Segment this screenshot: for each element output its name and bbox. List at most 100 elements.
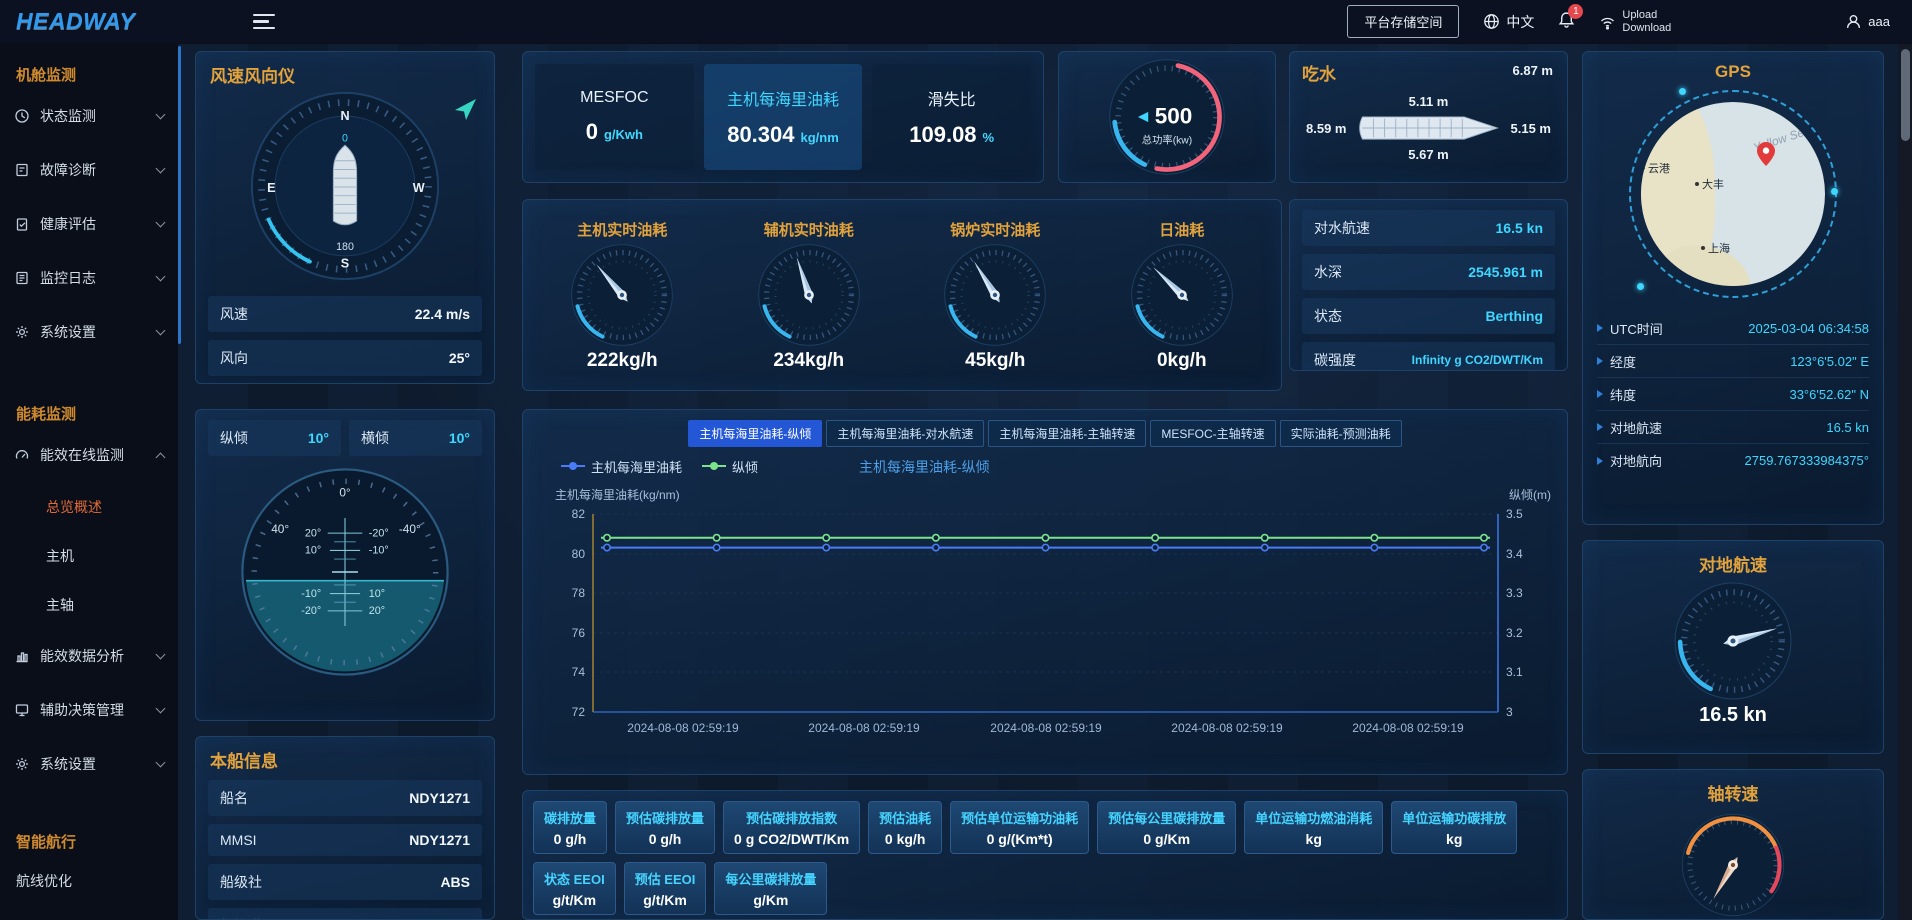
stat-carbon-emission: 碳排放量0 g/h bbox=[533, 801, 607, 854]
y-tick-label: 76 bbox=[572, 626, 586, 640]
signal-icon bbox=[1599, 14, 1616, 30]
sidebar-item-status-monitoring[interactable]: 状态监测 bbox=[0, 89, 178, 143]
legend-marker-icon bbox=[702, 465, 726, 467]
svg-text:10°: 10° bbox=[369, 588, 385, 600]
stat-est-carbon-index: 预估碳排放指数0 g CO2/DWT/Km bbox=[723, 801, 860, 854]
upload-download-button[interactable]: Upload Download bbox=[1599, 9, 1671, 35]
language-label: 中文 bbox=[1506, 12, 1534, 32]
stat-unit-transport-carbon: 单位运输功碳排放kg bbox=[1391, 801, 1517, 854]
shaft-speed-panel: 轴转速 bbox=[1582, 769, 1884, 920]
x-tick-label: 2024-08-08 02:59:19 bbox=[1171, 721, 1283, 735]
bar-chart-icon bbox=[14, 648, 30, 664]
compass-zero: 0 bbox=[342, 132, 348, 144]
trim-heel-panel: 纵倾10° 横倾10° 0° 40° -40° bbox=[195, 409, 495, 721]
panel-title-ship-info: 本船信息 bbox=[196, 737, 494, 772]
page-scrollbar[interactable] bbox=[1899, 44, 1912, 920]
slip-ratio-value: 109.08 bbox=[909, 122, 976, 148]
compass-west: W bbox=[413, 181, 425, 195]
svg-text:-20°: -20° bbox=[301, 605, 321, 617]
svg-text:-20°: -20° bbox=[369, 527, 389, 539]
app-logo: HEADWAY bbox=[16, 8, 135, 35]
sidebar-item-monitoring-logs[interactable]: 监控日志 bbox=[0, 251, 178, 305]
aux-engine-fuel-gauge-block: 辅机实时油耗 234kg/h bbox=[756, 219, 862, 372]
sidebar-item-main-shaft[interactable]: 主轴 bbox=[0, 580, 178, 629]
total-power-gauge: 500 总功率(kw) bbox=[1106, 56, 1228, 178]
sidebar-header-engine-room: 机舱监测 bbox=[16, 64, 178, 85]
fuel-gauge bbox=[1129, 242, 1235, 348]
sidebar-item-fault-diagnosis[interactable]: 故障诊断 bbox=[0, 143, 178, 197]
home-port-row: 船籍港MH bbox=[208, 908, 482, 920]
y-tick-label: 80 bbox=[572, 547, 586, 561]
storage-button[interactable]: 平台存储空间 bbox=[1347, 5, 1459, 38]
wind-direction-label: 风向 bbox=[220, 348, 248, 368]
sidebar-scroll-indicator[interactable] bbox=[178, 46, 181, 344]
panel-title-wind: 风速风向仪 bbox=[196, 52, 494, 87]
draft-panel: 吃水 6.87 m 8.59 m 5.11 m 5.67 m 5.15 m bbox=[1289, 51, 1568, 183]
panel-title-ground-speed: 对地航速 bbox=[1699, 541, 1767, 576]
sidebar-item-decision-support[interactable]: 辅助决策管理 bbox=[0, 683, 178, 737]
menu-toggle-icon[interactable] bbox=[253, 14, 275, 30]
wind-speed-row: 风速 22.4 m/s bbox=[208, 296, 482, 332]
draft-above-value: 5.11 m bbox=[1409, 94, 1449, 109]
y-tick-label: 78 bbox=[572, 586, 586, 600]
sidebar-item-overview[interactable]: 总览概述 bbox=[0, 482, 178, 531]
sidebar-item-health-assessment[interactable]: 健康评估 bbox=[0, 197, 178, 251]
stat-est-unit-transport-fuel: 预估单位运输功油耗0 g/(Km*t) bbox=[950, 801, 1089, 854]
gps-row-utc: UTC时间2025-03-04 06:34:58 bbox=[1597, 312, 1869, 345]
log-file-icon bbox=[14, 270, 30, 286]
wind-speed-label: 风速 bbox=[220, 304, 248, 324]
stat-est-eeoi: 预估 EEOIg/t/Km bbox=[624, 862, 707, 915]
fuel-per-mile-label: 主机每海里油耗 bbox=[727, 86, 839, 110]
compass-gauge: N E W S 0 180 bbox=[248, 89, 442, 283]
chart-series-layer bbox=[601, 535, 1490, 551]
boiler-fuel-gauge-block: 锅炉实时油耗 45kg/h bbox=[942, 219, 1048, 372]
arrow-icon bbox=[1597, 324, 1603, 332]
gps-row-longitude: 经度123°6'5.02" E bbox=[1597, 345, 1869, 378]
gear-icon bbox=[14, 324, 30, 340]
svg-text:20°: 20° bbox=[369, 605, 385, 617]
chart-panel: 主机每海里油耗-纵倾 主机每海里油耗-对水航速 主机每海里油耗-主轴转速 MES… bbox=[522, 409, 1568, 775]
sidebar-item-route-optimization[interactable]: 航线优化 bbox=[0, 856, 178, 905]
compass-north: N bbox=[340, 109, 349, 123]
sidebar-item-energy-online-monitoring[interactable]: 能效在线监测 bbox=[0, 428, 178, 482]
user-menu[interactable]: aaa bbox=[1845, 13, 1890, 30]
total-power-panel: 500 总功率(kw) bbox=[1058, 51, 1276, 183]
sidebar-item-system-settings[interactable]: 系统设置 bbox=[0, 305, 178, 359]
y-axis-label-left: 主机每海里油耗(kg/nm) bbox=[555, 486, 680, 503]
navigation-info-panel: 对水航速16.5 kn 水深2545.961 m 状态Berthing 碳强度I… bbox=[1289, 199, 1568, 371]
slip-ratio-cell: 滑失比 109.08% bbox=[872, 64, 1031, 170]
tab-fuel-trim[interactable]: 主机每海里油耗-纵倾 bbox=[688, 420, 822, 447]
sidebar-item-energy-data-analysis[interactable]: 能效数据分析 bbox=[0, 629, 178, 683]
gear-icon bbox=[14, 756, 30, 772]
emissions-stats-panel: 碳排放量0 g/h 预估碳排放量0 g/h 预估碳排放指数0 g CO2/DWT… bbox=[522, 790, 1568, 920]
stat-est-carbon-emission: 预估碳排放量0 g/h bbox=[615, 801, 715, 854]
line-chart: 82 80 78 76 74 72 3.5 3.4 3.3 3.2 3.1 3 … bbox=[523, 504, 1568, 748]
water-depth-row: 水深2545.961 m bbox=[1302, 254, 1555, 290]
legend-item-trim[interactable]: 纵倾 bbox=[702, 457, 758, 476]
ring-dot-icon bbox=[1679, 88, 1686, 95]
gps-map[interactable]: Yellow Sea 云港 大丰 上海 bbox=[1629, 90, 1837, 298]
tab-mesfoc-shaft-rpm[interactable]: MESFOC-主轴转速 bbox=[1150, 420, 1275, 447]
stat-unit-transport-fuel: 单位运输功燃油消耗kg bbox=[1244, 801, 1383, 854]
panel-title-shaft-speed: 轴转速 bbox=[1708, 770, 1759, 805]
y-tick-label: 3.4 bbox=[1506, 547, 1523, 561]
legend-marker-icon bbox=[561, 465, 585, 467]
sidebar-item-main-engine[interactable]: 主机 bbox=[0, 531, 178, 580]
trim-row: 纵倾10° bbox=[208, 420, 341, 456]
app-root: HEADWAY 平台存储空间 中文 1 bbox=[0, 0, 1912, 920]
tab-fuel-water-speed[interactable]: 主机每海里油耗-对水航速 bbox=[826, 420, 984, 447]
mmsi-row: MMSINDY1271 bbox=[208, 824, 482, 856]
username: aaa bbox=[1868, 14, 1890, 29]
tab-actual-vs-predicted[interactable]: 实际油耗-预测油耗 bbox=[1280, 420, 1402, 447]
wind-direction-value: 25° bbox=[449, 350, 470, 366]
notifications-button[interactable]: 1 bbox=[1558, 11, 1575, 33]
tab-fuel-shaft-rpm[interactable]: 主机每海里油耗-主轴转速 bbox=[988, 420, 1146, 447]
carbon-intensity-row: 碳强度Infinity g CO2/DWT/Km bbox=[1302, 342, 1555, 371]
sidebar-item-system-settings-2[interactable]: 系统设置 bbox=[0, 737, 178, 791]
y-tick-label: 3 bbox=[1506, 705, 1513, 719]
wind-speed-value: 22.4 m/s bbox=[415, 306, 470, 322]
legend-item-fuel[interactable]: 主机每海里油耗 bbox=[561, 457, 682, 476]
gps-row-ground-speed: 对地航速16.5 kn bbox=[1597, 411, 1869, 444]
language-switcher[interactable]: 中文 bbox=[1483, 12, 1534, 32]
scrollbar-thumb[interactable] bbox=[1901, 49, 1910, 141]
